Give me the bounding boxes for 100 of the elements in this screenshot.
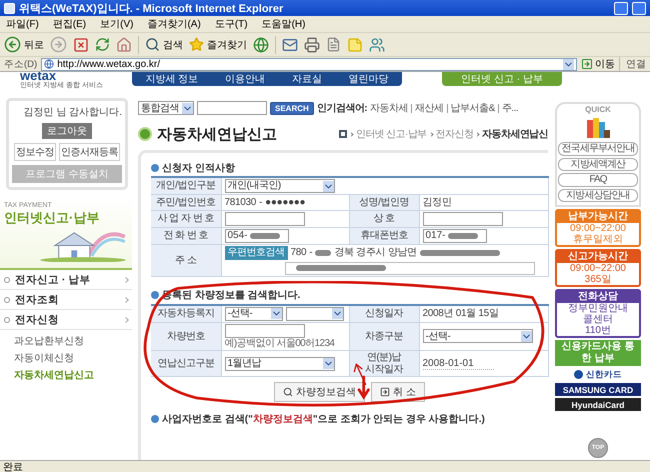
id-number-front: 781030 — [224, 196, 256, 208]
notice-text: 110번 — [585, 325, 611, 336]
stop-button[interactable] — [73, 36, 89, 52]
breadcrumb-link[interactable]: 인터넷 신고·납부 — [356, 127, 427, 141]
print-icon[interactable] — [304, 36, 320, 52]
people-icon[interactable] — [369, 36, 385, 52]
menu-item[interactable]: 도구(T) — [214, 17, 248, 31]
field-label: 사 업 자 번 호 — [151, 210, 221, 228]
popular-keyword-link[interactable]: 납부서출& — [450, 101, 495, 115]
menu-item[interactable]: 보기(V) — [100, 17, 134, 31]
mail-icon[interactable] — [282, 36, 298, 52]
window-title: 위택스(WeTAX)입니다. - Microsoft Internet Explorer — [19, 2, 284, 16]
notice-title: 납부가능시간 — [557, 211, 639, 223]
card-logo[interactable]: HyundaiCard — [555, 398, 641, 411]
popular-keyword-link[interactable]: 주... — [502, 101, 518, 115]
notice-text: 정부민원안내 — [568, 303, 628, 314]
zip-search-button[interactable]: 우편번호검색 — [224, 246, 288, 260]
vehicle-search-button[interactable]: 차량정보검색 — [274, 382, 366, 402]
home-button[interactable] — [116, 36, 132, 52]
phone-field[interactable]: 054- — [224, 229, 288, 243]
card-logo[interactable]: SAMSUNG CARD — [555, 383, 641, 396]
favorites-button[interactable]: 즐겨찾기 — [189, 37, 247, 52]
sidebar-item[interactable]: 전자조회 — [0, 290, 132, 310]
status-text: 완료 — [3, 460, 23, 472]
notice-text: 365일 — [584, 274, 612, 285]
field-value: 김정민 — [422, 196, 452, 208]
quick-link[interactable]: FAQ — [558, 173, 638, 186]
nav-item[interactable]: 이용안내 — [224, 72, 265, 86]
minimize-button[interactable] — [614, 2, 628, 14]
section-heading: 신청자 인적사항 — [162, 162, 235, 174]
input-field[interactable] — [224, 212, 304, 226]
field-value: 2008-01-01 — [422, 358, 494, 370]
address-detail-field[interactable] — [284, 262, 534, 274]
search-button[interactable]: SEARCH — [270, 102, 314, 114]
nav-item[interactable]: 자료실 — [292, 72, 322, 86]
search-field[interactable] — [197, 101, 267, 115]
notice-box[interactable]: 신고가능시간 09:00~22:00 365일 — [555, 249, 641, 287]
quick-link[interactable]: 지방세상담안내 — [558, 188, 638, 202]
section-bullet-icon — [151, 291, 159, 299]
hidden-digits: ●●●●●●● — [265, 196, 306, 208]
links-label[interactable]: 연결 — [619, 57, 646, 71]
globe-icon[interactable] — [253, 36, 269, 52]
sidebar-subitem[interactable]: 자동차세연납신고 — [14, 368, 132, 382]
nav-item[interactable]: 열린마당 — [348, 72, 389, 86]
quick-link[interactable]: 지방세액계산 — [558, 158, 638, 171]
notice-title: 전화상담 — [557, 291, 639, 303]
input-field[interactable] — [422, 212, 502, 226]
field-label: 차량번호 — [151, 322, 221, 350]
sidebar-item[interactable]: 전자신고 · 납부 — [0, 270, 132, 290]
sidebar-subitem[interactable]: 과오납환부신청 — [14, 334, 132, 348]
nav-item[interactable]: 지방세 정보 — [145, 72, 198, 86]
back-button[interactable]: 뒤로 — [4, 36, 44, 53]
maximize-button[interactable] — [632, 2, 646, 14]
dropdown[interactable]: -선택- — [224, 306, 282, 320]
dropdown[interactable]: 개인(내국인) — [224, 179, 334, 193]
notice-text: 09:00~22:00 — [570, 223, 626, 234]
dropdown[interactable]: -선택- — [422, 329, 532, 344]
input-field[interactable] — [224, 324, 304, 338]
account-button[interactable]: 인증서재등록 — [59, 143, 120, 161]
forward-button[interactable] — [50, 36, 67, 53]
field-label: 개인/법인구분 — [151, 177, 221, 194]
field-label: 전 화 번 호 — [151, 228, 221, 244]
search-scope-dropdown[interactable]: 통합검색 — [138, 101, 194, 115]
search-icon — [145, 37, 160, 52]
cancel-button[interactable]: 취 소 — [371, 382, 425, 402]
menu-item[interactable]: 파일(F) — [6, 17, 39, 31]
dropdown[interactable]: 1월년납 — [224, 356, 334, 370]
edit-icon[interactable] — [326, 37, 341, 52]
books-icon — [585, 116, 611, 140]
popular-keyword-link[interactable]: 재산세 — [415, 101, 444, 115]
field-label: 주민/법인번호 — [151, 194, 221, 210]
banner-title: 인터넷신고·납부 — [4, 209, 100, 227]
url-field[interactable]: http://www.wetax.go.kr/ — [41, 58, 577, 70]
dropdown[interactable] — [286, 306, 344, 320]
field-label: 상 호 — [349, 210, 419, 228]
menu-item[interactable]: 도움말(H) — [262, 17, 306, 31]
phone-field[interactable]: 017- — [422, 229, 486, 243]
sidebar-item[interactable]: 전자신청 — [0, 310, 132, 330]
home-icon[interactable] — [338, 130, 347, 138]
refresh-button[interactable] — [95, 37, 110, 52]
star-icon — [189, 37, 204, 52]
go-button[interactable]: 이동 — [581, 57, 615, 71]
separator: - — [259, 196, 262, 208]
breadcrumb-link[interactable]: 전자신청 — [436, 127, 474, 141]
menu-item[interactable]: 즐겨찾기(A) — [147, 17, 201, 31]
popular-keyword-link[interactable]: 자동차세 — [370, 101, 408, 115]
notice-text: 콜센터 — [583, 314, 613, 325]
greeting-text: 김정민 님 감사합니다. — [24, 106, 122, 119]
section-bullet-icon — [151, 164, 159, 172]
search-button[interactable]: 검색 — [145, 37, 183, 52]
account-button[interactable]: 정보수정 — [14, 143, 56, 161]
quick-link[interactable]: 전국세무부서안내 — [558, 142, 638, 156]
sidebar-subitem[interactable]: 자동이체신청 — [14, 351, 132, 365]
field-label: 휴대폰번호 — [349, 228, 419, 244]
notice-box[interactable]: 전화상담 정부민원안내 콜센터 110번 — [555, 289, 641, 338]
logout-button[interactable]: 로그아웃 — [42, 123, 92, 139]
address-text: 경북 경주시 양남면 — [334, 247, 417, 258]
menu-item[interactable]: 편집(E) — [52, 17, 86, 31]
field-label: 자동차등록지 — [151, 304, 221, 322]
breadcrumb-link[interactable]: 자동차세연납신 — [482, 127, 548, 141]
